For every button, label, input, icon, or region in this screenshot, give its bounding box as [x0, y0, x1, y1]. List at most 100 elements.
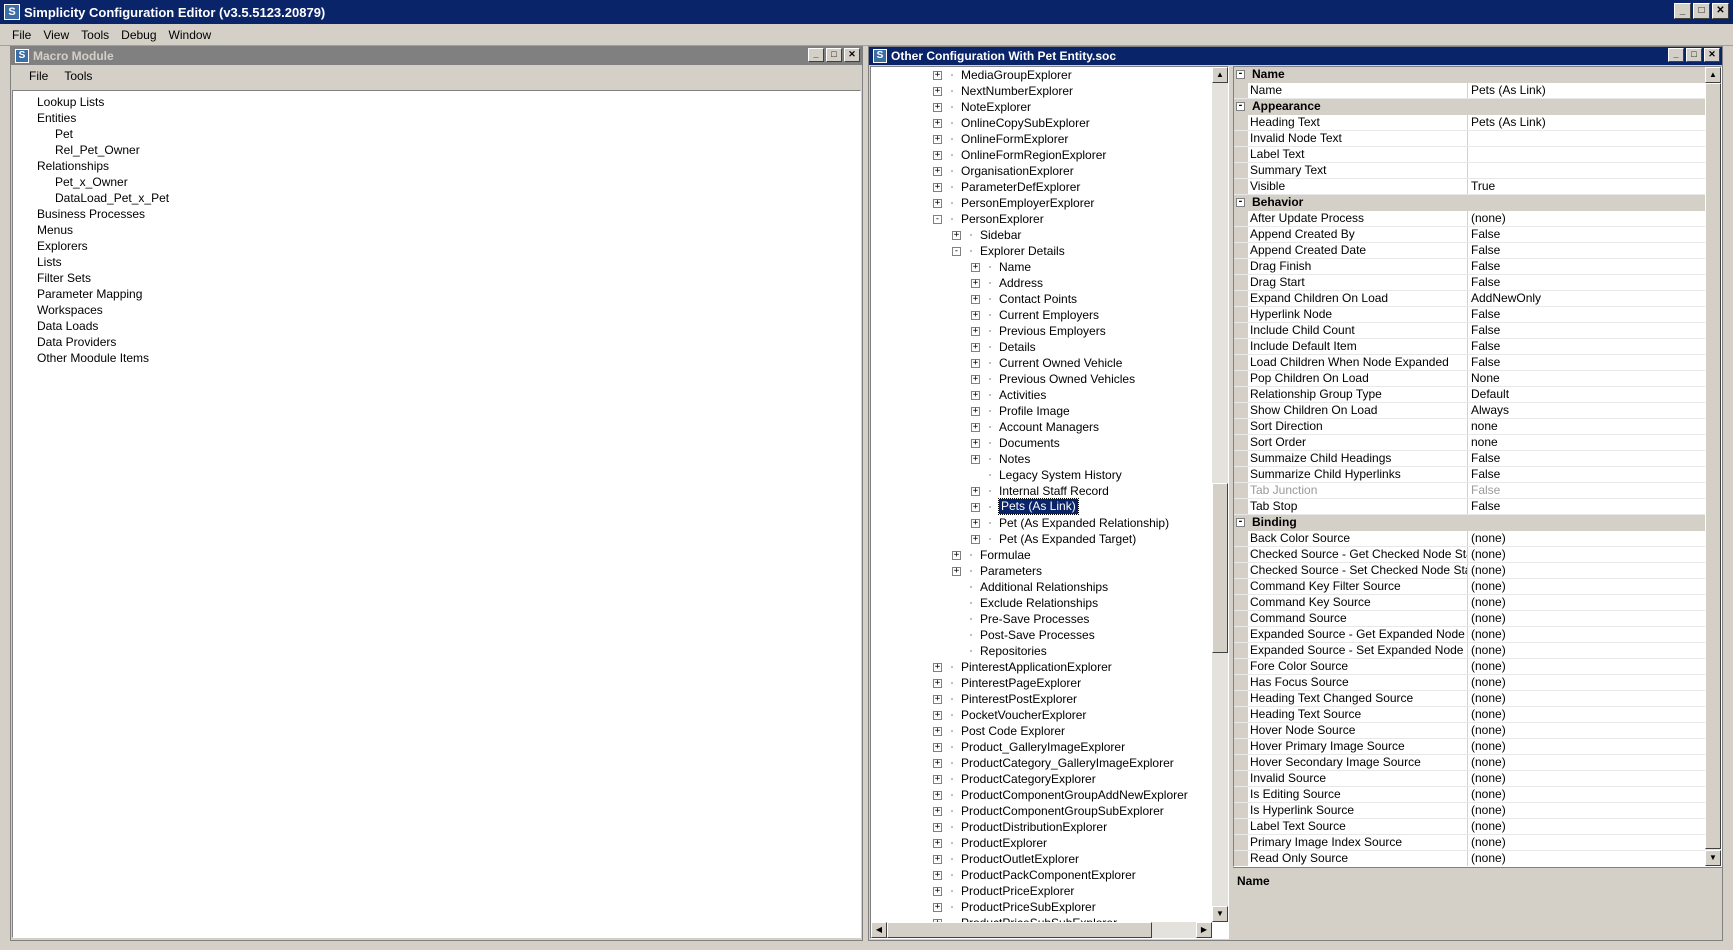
macro-tree-item-filter-sets[interactable]: Filter Sets [13, 270, 860, 286]
explorer-tree-item-pet-as-expanded-target[interactable]: + Pet (As Expanded Target) [871, 531, 1212, 547]
explorer-tree-item-productcategoryexplorer[interactable]: + ProductCategoryExplorer [871, 771, 1212, 787]
expand-icon[interactable]: + [933, 791, 942, 800]
category-toggle[interactable]: - [1234, 195, 1248, 211]
property-value[interactable]: Pets (As Link) [1468, 83, 1705, 98]
property-row-load-children-when-node-expanded[interactable]: Load Children When Node Expanded False [1234, 355, 1705, 371]
menu-debug[interactable]: Debug [115, 28, 162, 42]
explorer-tree-item-personexplorer[interactable]: - PersonExplorer [871, 211, 1212, 227]
expand-icon[interactable]: + [971, 295, 980, 304]
explorer-tree-item-productcategory-galleryimageexplorer[interactable]: + ProductCategory_GalleryImageExplorer [871, 755, 1212, 771]
property-row-expanded-source-get-expanded-node-state[interactable]: Expanded Source - Get Expanded Node Stat… [1234, 627, 1705, 643]
property-grid[interactable]: - Name Name Pets (As Link) - Appearance Headin… [1233, 66, 1722, 867]
expand-icon[interactable]: + [933, 887, 942, 896]
expand-icon[interactable]: + [933, 711, 942, 720]
expand-icon[interactable]: + [933, 855, 942, 864]
property-row-hover-node-source[interactable]: Hover Node Source (none) [1234, 723, 1705, 739]
expand-icon[interactable]: + [933, 743, 942, 752]
tree-vertical-scrollbar[interactable]: ▲ ▼ [1212, 67, 1228, 922]
expand-icon[interactable]: + [971, 391, 980, 400]
explorer-tree-item-post-code-explorer[interactable]: + Post Code Explorer [871, 723, 1212, 739]
macro-tree[interactable]: Lookup Lists Entities Pet Rel_Pet_Owner Rela… [12, 90, 861, 938]
explorer-tree-item-documents[interactable]: + Documents [871, 435, 1212, 451]
property-row-append-created-date[interactable]: Append Created Date False [1234, 243, 1705, 259]
property-value[interactable]: (none) [1468, 803, 1705, 818]
expand-icon[interactable]: + [971, 423, 980, 432]
menu-tools[interactable]: Tools [75, 28, 115, 42]
property-row-invalid-node-text[interactable]: Invalid Node Text [1234, 131, 1705, 147]
expand-icon[interactable]: + [933, 87, 942, 96]
macro-module-title-bar[interactable]: S Macro Module _ □ ✕ [11, 47, 862, 65]
expand-icon[interactable]: + [933, 679, 942, 688]
expand-icon[interactable]: + [933, 151, 942, 160]
explorer-tree-item-details[interactable]: + Details [871, 339, 1212, 355]
expand-icon[interactable]: + [933, 199, 942, 208]
configuration-title-bar[interactable]: S Other Configuration With Pet Entity.so… [869, 47, 1722, 65]
explorer-tree-item-onlineformregionexplorer[interactable]: + OnlineFormRegionExplorer [871, 147, 1212, 163]
tree-horizontal-scrollbar[interactable]: ◀ ▶ [871, 922, 1212, 938]
property-value[interactable]: (none) [1468, 563, 1705, 578]
expand-icon[interactable]: + [933, 663, 942, 672]
expand-icon[interactable]: + [971, 279, 980, 288]
property-value[interactable]: (none) [1468, 691, 1705, 706]
property-value[interactable]: (none) [1468, 771, 1705, 786]
property-value[interactable]: (none) [1468, 531, 1705, 546]
config-minimize-button[interactable]: _ [1668, 48, 1684, 62]
explorer-tree-item-internal-staff-record[interactable]: + Internal Staff Record [871, 483, 1212, 499]
property-value[interactable]: (none) [1468, 755, 1705, 770]
property-row-summary-text[interactable]: Summary Text [1234, 163, 1705, 179]
expand-icon[interactable]: + [971, 487, 980, 496]
expand-icon[interactable]: + [933, 135, 942, 144]
expand-icon[interactable]: + [933, 695, 942, 704]
scroll-right-button[interactable]: ▶ [1196, 922, 1212, 938]
property-row-is-editing-source[interactable]: Is Editing Source (none) [1234, 787, 1705, 803]
property-value[interactable]: False [1468, 355, 1705, 370]
property-category-binding[interactable]: - Binding [1234, 515, 1705, 531]
macro-tree-item-lookup-lists[interactable]: Lookup Lists [13, 94, 860, 110]
property-category-appearance[interactable]: - Appearance [1234, 99, 1705, 115]
expand-icon[interactable]: + [933, 183, 942, 192]
property-row-checked-source-get-checked-node-state[interactable]: Checked Source - Get Checked Node State(… [1234, 547, 1705, 563]
property-vertical-scrollbar[interactable]: ▲ ▼ [1705, 67, 1721, 866]
property-row-include-default-item[interactable]: Include Default Item False [1234, 339, 1705, 355]
explorer-tree-item-pinterestapplicationexplorer[interactable]: + PinterestApplicationExplorer [871, 659, 1212, 675]
property-row-read-only-source[interactable]: Read Only Source (none) [1234, 851, 1705, 866]
expand-icon[interactable]: + [971, 503, 980, 512]
property-value[interactable]: none [1468, 419, 1705, 434]
macro-tree-item-menus[interactable]: Menus [13, 222, 860, 238]
minimize-button[interactable]: _ [1674, 3, 1691, 19]
explorer-tree-item-productpricesubsubexplorer[interactable]: +ProductPriceSubSubExplorer [871, 915, 1212, 922]
expand-icon[interactable]: + [971, 519, 980, 528]
expand-icon[interactable]: + [933, 103, 942, 112]
property-row-back-color-source[interactable]: Back Color Source (none) [1234, 531, 1705, 547]
explorer-tree-item-sidebar[interactable]: + Sidebar [871, 227, 1212, 243]
expand-icon[interactable]: + [933, 727, 942, 736]
expand-icon[interactable]: + [971, 407, 980, 416]
property-value[interactable]: False [1468, 323, 1705, 338]
explorer-tree-item-contact-points[interactable]: + Contact Points [871, 291, 1212, 307]
property-row-after-update-process[interactable]: After Update Process (none) [1234, 211, 1705, 227]
property-value[interactable]: AddNewOnly [1468, 291, 1705, 306]
macro-tree-item-dataload-pet-x-pet[interactable]: DataLoad_Pet_x_Pet [13, 190, 860, 206]
property-value[interactable]: (none) [1468, 595, 1705, 610]
expand-icon[interactable]: + [933, 119, 942, 128]
explorer-tree-item-noteexplorer[interactable]: + NoteExplorer [871, 99, 1212, 115]
property-row-is-hyperlink-source[interactable]: Is Hyperlink Source (none) [1234, 803, 1705, 819]
menu-file[interactable]: File [6, 28, 37, 42]
explorer-tree-item-productcomponentgroupaddnewexplorer[interactable]: + ProductComponentGroupAddNewExplorer [871, 787, 1212, 803]
property-row-hyperlink-node[interactable]: Hyperlink Node False [1234, 307, 1705, 323]
property-value[interactable]: Pets (As Link) [1468, 115, 1705, 130]
property-row-show-children-on-load[interactable]: Show Children On Load Always [1234, 403, 1705, 419]
macro-tree-item-business-processes[interactable]: Business Processes [13, 206, 860, 222]
property-value[interactable]: False [1468, 499, 1705, 514]
property-row-hover-secondary-image-source[interactable]: Hover Secondary Image Source (none) [1234, 755, 1705, 771]
macro-close-button[interactable]: ✕ [844, 48, 860, 62]
macro-menu-tools[interactable]: Tools [56, 69, 100, 83]
collapse-icon[interactable]: - [1236, 70, 1245, 79]
explorer-tree-item-previous-owned-vehicles[interactable]: + Previous Owned Vehicles [871, 371, 1212, 387]
macro-tree-item-explorers[interactable]: Explorers [13, 238, 860, 254]
close-button[interactable]: ✕ [1712, 3, 1729, 19]
explorer-tree-item-repositories[interactable]: Repositories [871, 643, 1212, 659]
property-value[interactable]: False [1468, 451, 1705, 466]
prop-scroll-down-button[interactable]: ▼ [1705, 850, 1721, 866]
explorer-tree-item-nextnumberexplorer[interactable]: + NextNumberExplorer [871, 83, 1212, 99]
